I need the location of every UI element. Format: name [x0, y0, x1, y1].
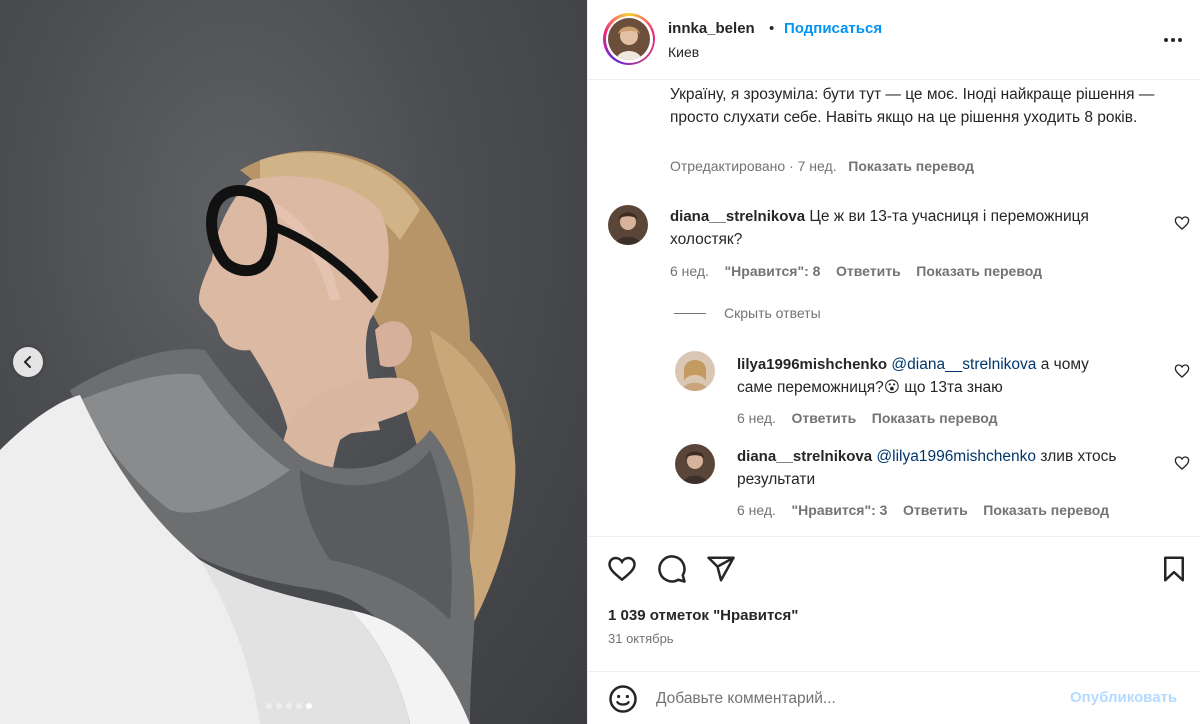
- astonished-emoji-icon: 😮: [883, 379, 900, 396]
- carousel-dot: [296, 703, 302, 709]
- carousel-dot: [266, 703, 272, 709]
- carousel-prev-button[interactable]: [13, 347, 43, 377]
- carousel-dot-active: [306, 703, 312, 709]
- comment-likes[interactable]: "Нравится": 8: [725, 263, 821, 279]
- heart-icon[interactable]: [1174, 363, 1190, 379]
- likes-count[interactable]: 1 039 отметок "Нравится": [608, 607, 798, 624]
- story-ring[interactable]: [603, 13, 655, 65]
- reply-link[interactable]: Ответить: [836, 263, 901, 279]
- reply-mention[interactable]: @lilya1996mishchenko: [876, 448, 1036, 465]
- comments-list[interactable]: Україну, я зрозуміла: бути тут — це моє.…: [588, 81, 1200, 536]
- heart-icon[interactable]: [1174, 215, 1190, 231]
- chevron-left-icon: [24, 356, 31, 368]
- caption-edited: Отредактировано · 7 нед.: [670, 158, 837, 174]
- heart-icon[interactable]: [1174, 455, 1190, 471]
- commenter-avatar[interactable]: [608, 205, 648, 245]
- comment-age: 6 нед.: [670, 263, 709, 279]
- reply-likes[interactable]: "Нравится": 3: [792, 502, 888, 518]
- carousel-dot: [276, 703, 282, 709]
- reply-link[interactable]: Ответить: [792, 410, 857, 426]
- post-date[interactable]: 31 октябрь: [608, 631, 674, 646]
- share-icon[interactable]: [706, 554, 736, 584]
- caption-translate-link[interactable]: Показать перевод: [848, 158, 974, 174]
- translate-link[interactable]: Показать перевод: [916, 263, 1042, 279]
- author-username[interactable]: innka_belen: [668, 20, 755, 37]
- reply-author[interactable]: diana__strelnikova: [737, 448, 872, 465]
- comment-body: diana__strelnikova Це ж ви 13-та учасниц…: [670, 205, 1140, 251]
- post-actions: 1 039 отметок "Нравится" 31 октябрь: [588, 536, 1200, 660]
- hide-replies-label: Скрыть ответы: [724, 305, 821, 321]
- hide-replies-button[interactable]: Скрыть ответы: [674, 305, 821, 321]
- replies-divider-line: [674, 312, 706, 314]
- caption-meta: Отредактировано · 7 нед. Показать перево…: [670, 158, 974, 174]
- reply-age: 6 нед.: [737, 410, 776, 426]
- reply-text: результати: [737, 471, 816, 488]
- reply-mention[interactable]: @diana__strelnikova: [891, 356, 1036, 373]
- bookmark-icon[interactable]: [1159, 554, 1189, 584]
- post-photo: [0, 150, 516, 724]
- translate-link[interactable]: Показать перевод: [872, 410, 998, 426]
- reply-avatar[interactable]: [675, 351, 715, 391]
- reply-text: а чому: [1040, 356, 1089, 373]
- heart-icon[interactable]: [607, 554, 637, 584]
- comment-meta: 6 нед. "Нравится": 8 Ответить Показать п…: [670, 263, 1042, 279]
- comment-input[interactable]: [656, 686, 1056, 712]
- reply-avatar[interactable]: [675, 444, 715, 484]
- reply-meta: 6 нед. Ответить Показать перевод: [737, 410, 998, 426]
- post-location[interactable]: Киев: [668, 44, 699, 60]
- comment-author[interactable]: diana__strelnikova: [670, 208, 805, 225]
- emoji-icon[interactable]: [608, 684, 638, 714]
- reply-text: що 13та знаю: [904, 379, 1003, 396]
- separator-dot: •: [769, 20, 775, 37]
- add-comment-bar: Опубликовать: [588, 671, 1200, 724]
- reply-text: саме переможниця?: [737, 379, 884, 396]
- carousel-indicator: [266, 703, 312, 709]
- carousel-dot: [286, 703, 292, 709]
- comment-icon[interactable]: [657, 554, 687, 584]
- reply-author[interactable]: lilya1996mishchenko: [737, 356, 887, 373]
- publish-button[interactable]: Опубликовать: [1070, 689, 1177, 706]
- reply-meta: 6 нед. "Нравится": 3 Ответить Показать п…: [737, 502, 1109, 518]
- author-avatar: [608, 18, 650, 60]
- post-media: [0, 0, 587, 724]
- reply-text: злив хтось: [1040, 448, 1117, 465]
- more-icon[interactable]: [1161, 28, 1185, 52]
- reply-body: lilya1996mishchenko @diana__strelnikova …: [737, 353, 1157, 399]
- follow-button[interactable]: Подписаться: [784, 20, 882, 37]
- reply-age: 6 нед.: [737, 502, 776, 518]
- post-header: innka_belen • Подписаться Киев: [588, 0, 1200, 80]
- post-panel: innka_belen • Подписаться Киев Україну, …: [587, 0, 1200, 724]
- reply-link[interactable]: Ответить: [903, 502, 968, 518]
- reply-body: diana__strelnikova @lilya1996mishchenko …: [737, 445, 1157, 491]
- translate-link[interactable]: Показать перевод: [983, 502, 1109, 518]
- post-caption: Україну, я зрозуміла: бути тут — це моє.…: [670, 86, 1155, 126]
